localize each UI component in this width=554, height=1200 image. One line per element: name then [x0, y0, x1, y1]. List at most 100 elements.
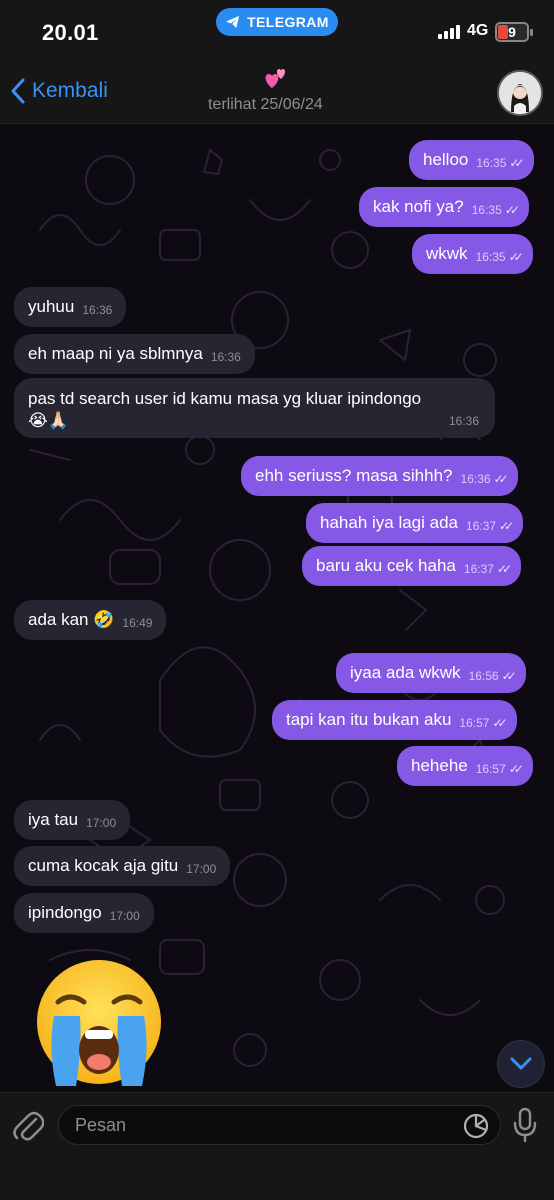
message-text: iya tau: [28, 810, 79, 829]
message-meta: 16:49: [122, 610, 152, 630]
telegram-app-pill[interactable]: TELEGRAM: [216, 8, 338, 36]
message-bubble-incoming[interactable]: ada kan 🤣 16:49: [14, 600, 167, 640]
message-text: cuma kocak aja gitu: [28, 856, 179, 875]
paperclip-icon: [13, 1111, 45, 1141]
message-input[interactable]: [75, 1106, 445, 1144]
chevron-down-icon: [510, 1057, 532, 1070]
message-time: 16:49: [122, 616, 153, 630]
contact-name-emoji: [262, 66, 290, 97]
message-meta: 16:35 ✓✓: [471, 197, 520, 217]
message-bubble-outgoing[interactable]: hehehe 16:57 ✓✓: [397, 746, 533, 786]
double-check-icon: ✓✓: [508, 250, 524, 264]
message-time: 16:35: [475, 250, 506, 264]
message-time: 16:37: [466, 519, 497, 533]
message-bubble-incoming[interactable]: cuma kocak aja gitu 17:00: [14, 846, 231, 886]
message-bubble-incoming[interactable]: yuhuu 16:36: [14, 287, 127, 327]
message-meta: 16:37 ✓✓: [466, 513, 514, 533]
message-text: iyaa ada wkwk: [350, 663, 461, 682]
message-bubble-outgoing[interactable]: iyaa ada wkwk 16:56 ✓✓: [336, 653, 526, 693]
double-check-icon: ✓✓: [508, 762, 524, 776]
network-type: 4G: [467, 22, 489, 39]
message-bubble-outgoing[interactable]: baru aku cek haha 16:37 ✓✓: [302, 546, 522, 586]
message-bubble-outgoing[interactable]: ehh seriuss? masa sihhh? 16:36 ✓✓: [241, 456, 518, 496]
message-meta: 17:00: [110, 903, 140, 923]
message-time: 16:35: [471, 203, 502, 217]
message-bubble-incoming[interactable]: pas td search user id kamu masa yg kluar…: [14, 378, 495, 438]
message-time: 16:36: [210, 350, 241, 364]
double-check-icon: ✓✓: [493, 472, 509, 486]
double-check-icon: ✓✓: [509, 156, 524, 170]
message-text: tapi kan itu bukan aku: [286, 710, 452, 729]
message-text: hehehe: [411, 756, 468, 775]
message-bubble-incoming[interactable]: iya tau 17:00: [14, 800, 131, 840]
message-time: 16:37: [463, 562, 494, 576]
message-text: helloo: [423, 150, 469, 169]
message-meta: 17:00: [186, 856, 216, 876]
message-bubble-incoming[interactable]: ipindongo 17:00: [14, 893, 154, 933]
message-time: 16:36: [460, 472, 491, 486]
message-input-bar: [0, 1092, 554, 1200]
message-bubble-incoming[interactable]: eh maap ni ya sblmnya 16:36: [14, 334, 255, 374]
battery-icon: 9: [495, 22, 533, 42]
sticker-icon: [463, 1113, 489, 1139]
message-bubble-outgoing[interactable]: kak nofi ya? 16:35 ✓✓: [359, 187, 529, 227]
message-bubble-outgoing[interactable]: hahah iya lagi ada 16:37 ✓✓: [306, 503, 524, 543]
double-check-icon: ✓✓: [501, 669, 517, 683]
message-text: yuhuu: [28, 297, 75, 316]
message-input-wrapper: [58, 1105, 501, 1145]
battery-level: 9: [508, 24, 516, 40]
back-label: Kembali: [32, 79, 108, 102]
message-time: 16:36: [448, 414, 479, 428]
message-text: baru aku cek haha: [316, 556, 456, 575]
scroll-to-bottom-button[interactable]: [497, 1040, 545, 1088]
message-time: 17:00: [86, 816, 117, 830]
message-time: 16:36: [82, 303, 113, 317]
double-check-icon: ✓✓: [492, 716, 507, 730]
app-pill-label: TELEGRAM: [247, 14, 329, 30]
message-text: ada kan 🤣: [28, 610, 115, 629]
message-meta: 16:57 ✓✓: [459, 710, 507, 730]
message-text: ipindongo: [28, 903, 102, 922]
telegram-icon: [226, 16, 240, 28]
message-meta: 16:35 ✓✓: [475, 244, 524, 264]
cell-signal-icon: [438, 25, 460, 39]
message-meta: 16:36: [82, 297, 112, 317]
message-meta: 16:56 ✓✓: [468, 663, 517, 683]
sticker-button[interactable]: [462, 1112, 490, 1145]
message-time: 16:56: [468, 669, 499, 683]
chat-header: Kembali terlihat 25/06/24: [0, 62, 554, 124]
double-check-icon: ✓✓: [504, 203, 520, 217]
message-bubble-outgoing[interactable]: wkwk 16:35 ✓✓: [412, 234, 533, 274]
message-bubble-outgoing[interactable]: tapi kan itu bukan aku 16:57 ✓✓: [272, 700, 517, 740]
message-meta: 16:37 ✓✓: [463, 556, 512, 576]
message-emoji: 😭🙏🏻: [28, 411, 70, 430]
message-text: pas td search user id kamu masa yg kluar…: [28, 389, 422, 408]
message-text: ehh seriuss? masa sihhh?: [255, 466, 453, 485]
message-meta: 16:36 ✓✓: [460, 466, 509, 486]
double-check-icon: ✓✓: [499, 519, 514, 533]
loudly-crying-face-icon[interactable]: [30, 958, 168, 1088]
message-time: 16:57: [475, 762, 506, 776]
message-bubble-outgoing[interactable]: helloo 16:35 ✓✓: [409, 140, 534, 180]
message-text: hahah iya lagi ada: [320, 513, 459, 532]
attach-button[interactable]: [12, 1107, 45, 1148]
back-button[interactable]: Kembali: [10, 78, 108, 104]
message-text: kak nofi ya?: [373, 197, 464, 216]
message-time: 17:00: [186, 862, 217, 876]
double-check-icon: ✓✓: [496, 562, 512, 576]
chevron-left-icon: [11, 78, 25, 104]
contact-avatar[interactable]: [497, 70, 543, 116]
message-meta: 16:57 ✓✓: [475, 756, 524, 776]
status-bar: 20.01 TELEGRAM 4G 9: [0, 0, 554, 62]
last-seen-status: terlihat 25/06/24: [208, 96, 323, 113]
clock: 20.01: [42, 20, 99, 45]
microphone-icon: [513, 1107, 537, 1143]
message-meta: 17:00: [86, 810, 116, 830]
message-text: wkwk: [426, 244, 468, 263]
message-time: 17:00: [109, 909, 140, 923]
message-time: 16:57: [459, 716, 490, 730]
voice-message-button[interactable]: [512, 1107, 538, 1148]
message-meta: 16:36: [211, 344, 241, 364]
message-text: eh maap ni ya sblmnya: [28, 344, 203, 363]
message-time: 16:35: [476, 156, 507, 170]
